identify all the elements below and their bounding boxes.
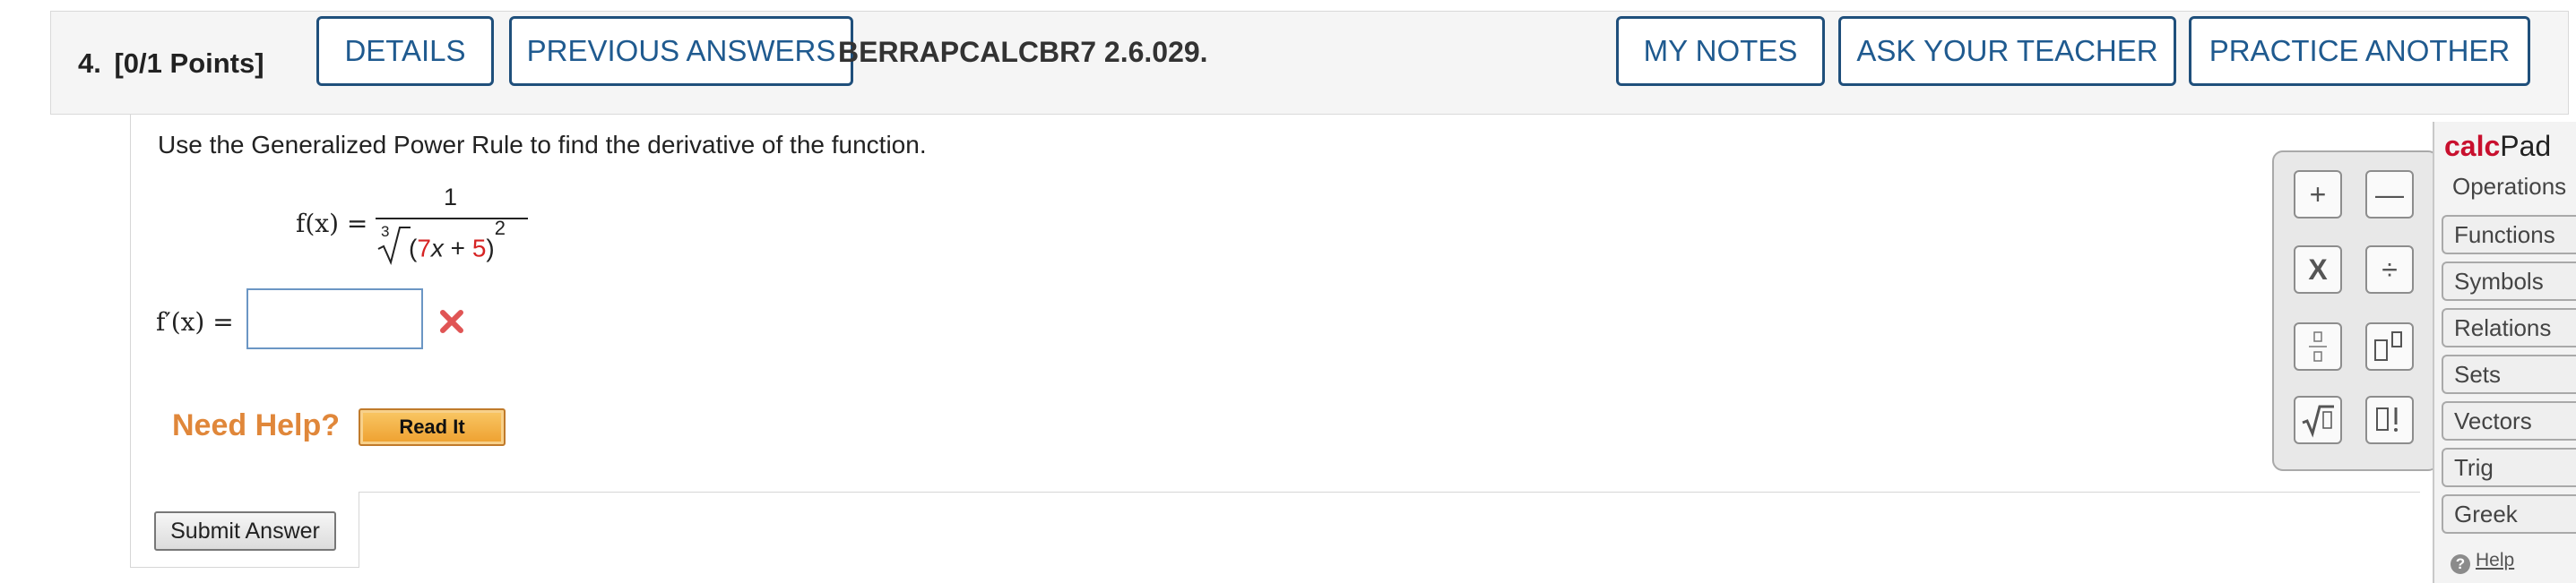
- question-number-text: 4.: [78, 47, 101, 79]
- minus-key[interactable]: —: [2365, 170, 2414, 219]
- details-button[interactable]: DETAILS: [316, 16, 494, 86]
- calcpad-help-link[interactable]: ? Help: [2451, 550, 2514, 574]
- divider-bottom: [130, 567, 359, 568]
- fraction-key[interactable]: [2294, 322, 2342, 371]
- tab-symbols[interactable]: Symbols: [2442, 261, 2576, 301]
- tab-greek[interactable]: Greek: [2442, 494, 2576, 534]
- tab-operations[interactable]: Operations: [2442, 168, 2576, 208]
- superscript-icon: [2374, 331, 2402, 361]
- answer-input[interactable]: [246, 288, 423, 349]
- factorial-icon: [2376, 407, 2398, 432]
- help-label: Help: [2476, 550, 2515, 570]
- open-paren: (: [409, 234, 418, 262]
- divider-horizontal: [359, 492, 2420, 493]
- tab-relations[interactable]: Relations: [2442, 308, 2576, 347]
- close-paren: ): [486, 234, 495, 262]
- radical-sign-icon: [377, 227, 411, 265]
- power-key[interactable]: [2365, 322, 2414, 371]
- radicand: (7x + 5)2: [409, 217, 506, 262]
- calcpad-title-calc: calc: [2444, 130, 2501, 162]
- answer-label: f′(x) =: [156, 307, 234, 337]
- variable: x: [430, 234, 444, 262]
- times-key[interactable]: X: [2294, 245, 2342, 294]
- problem-code: BERRAPCALCBR7 2.6.029.: [838, 36, 1208, 68]
- my-notes-button[interactable]: MY NOTES: [1616, 16, 1825, 86]
- function-label: f(x) =: [296, 209, 368, 238]
- plus-sign: +: [443, 234, 472, 262]
- calcpad-title: calcPad: [2444, 130, 2551, 163]
- tab-functions[interactable]: Functions: [2442, 215, 2576, 254]
- constant: 5: [471, 234, 487, 262]
- tab-trig[interactable]: Trig: [2442, 448, 2576, 487]
- fraction-icon: [2309, 331, 2327, 362]
- tab-vectors[interactable]: Vectors: [2442, 401, 2576, 441]
- exponent: 2: [494, 217, 506, 239]
- need-help-label: Need Help?: [172, 408, 341, 442]
- points-label: [0/1 Points]: [114, 47, 264, 79]
- read-it-button[interactable]: Read It: [359, 408, 506, 446]
- incorrect-x-icon: [440, 310, 463, 333]
- question-number: 4. [0/1 Points]: [78, 12, 264, 116]
- factorial-key[interactable]: [2365, 396, 2414, 444]
- divide-key[interactable]: ÷: [2365, 245, 2414, 294]
- practice-another-button[interactable]: PRACTICE ANOTHER: [2189, 16, 2530, 86]
- question-prompt: Use the Generalized Power Rule to find t…: [158, 131, 927, 159]
- previous-answers-button[interactable]: PREVIOUS ANSWERS: [509, 16, 853, 86]
- tab-sets[interactable]: Sets: [2442, 355, 2576, 394]
- calcpad-keypad: + — X ÷: [2272, 150, 2439, 471]
- plus-key[interactable]: +: [2294, 170, 2342, 219]
- root-index: 3: [381, 223, 390, 240]
- coefficient: 7: [417, 234, 431, 262]
- question-body: [130, 115, 2425, 568]
- sqrt-key[interactable]: [2294, 396, 2342, 444]
- help-icon: ?: [2451, 554, 2470, 574]
- fraction-numerator: 1: [444, 184, 458, 210]
- submit-answer-button[interactable]: Submit Answer: [154, 511, 336, 551]
- square-root-icon: [2302, 405, 2334, 438]
- ask-your-teacher-button[interactable]: ASK YOUR TEACHER: [1838, 16, 2176, 86]
- calcpad-title-pad: Pad: [2500, 130, 2552, 162]
